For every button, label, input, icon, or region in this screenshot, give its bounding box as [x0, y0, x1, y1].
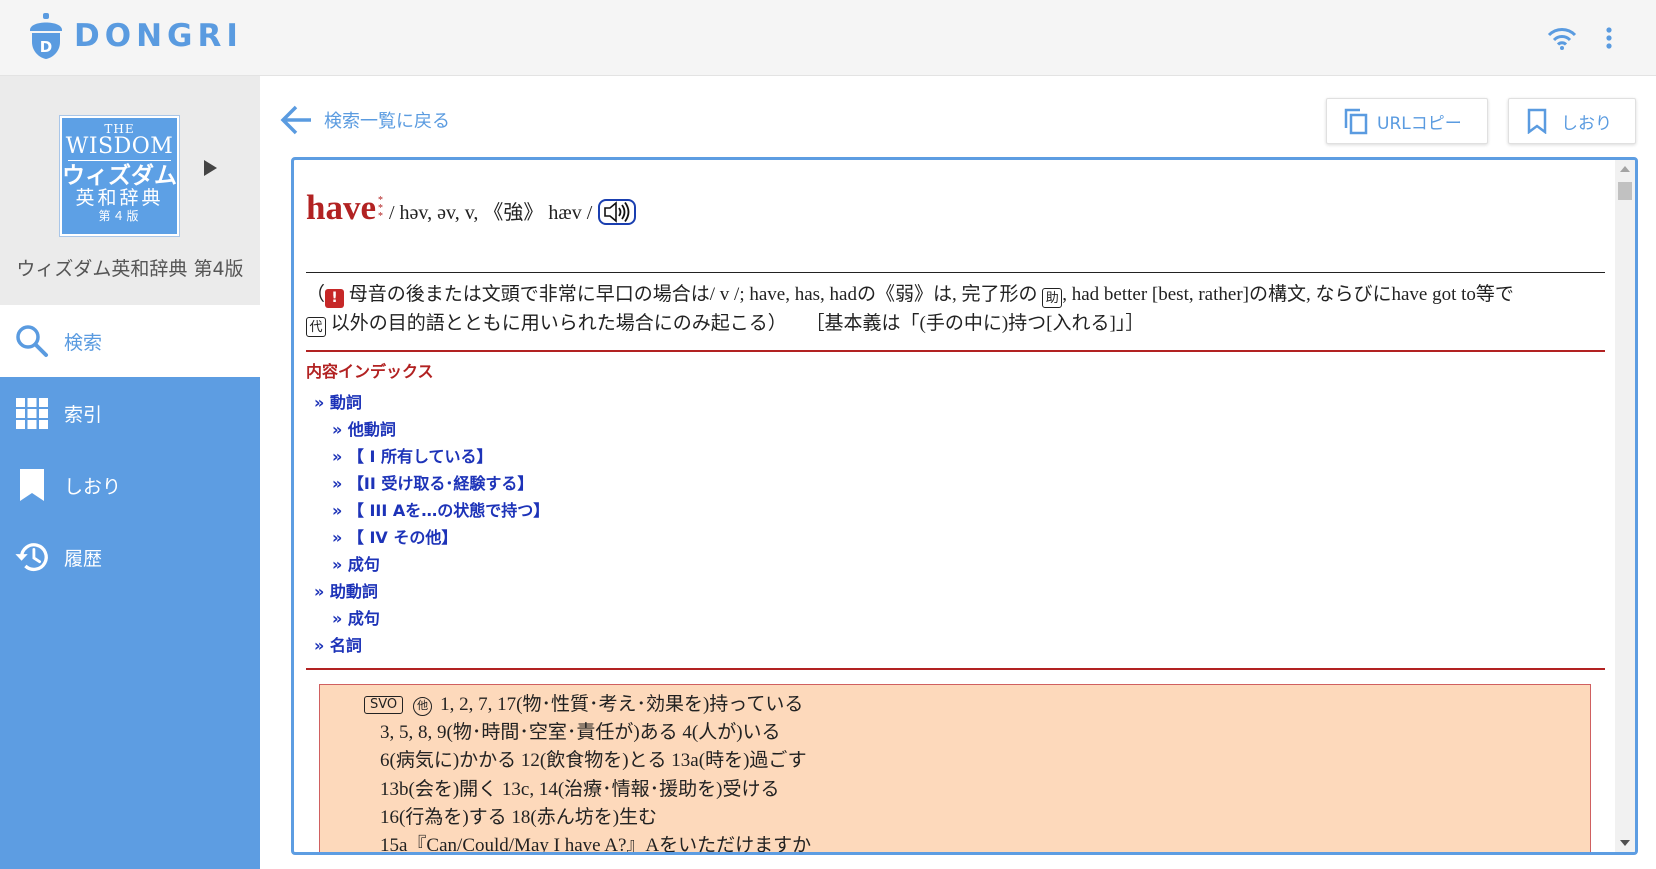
book-cover[interactable]: THE WISDOM ウィズダム 英和辞典 第４版: [60, 116, 179, 236]
content-index-title: 内容インデックス: [306, 362, 434, 381]
headword-line: have * * * / həv, əv, v, 《強》 hæv /: [306, 188, 637, 237]
svo-line: 6(病気に)かかる 12(飲食物を)とる 13a(時を)過ごす: [380, 750, 807, 771]
audio-speaker-button[interactable]: [598, 199, 637, 225]
logo-text: DONGRI: [74, 18, 243, 54]
note-open: （: [306, 284, 326, 305]
svo-text-0: 1, 2, 7, 17(物･性質･考え･効果を)持っている: [440, 694, 804, 715]
nav-search[interactable]: 検索: [0, 305, 260, 377]
cover-ja-subtitle: 英和辞典: [75, 187, 164, 209]
note-text-2: , had better [best, rather]の構文, ならびにhave…: [1062, 284, 1514, 305]
entry-content-frame[interactable]: have * * * / həv, əv, v, 《強》 hæv / （! 母音の後…: [291, 157, 1638, 855]
cover-ja-title: ウィズダム: [62, 162, 177, 189]
nav-index-label: 索引: [64, 403, 103, 426]
note-bang-badge: !: [325, 289, 345, 308]
svg-text:D: D: [40, 38, 52, 56]
search-icon: [14, 323, 50, 359]
bookmark-outline-icon: [1527, 108, 1547, 134]
scroll-thumb[interactable]: [1618, 182, 1632, 200]
index-item-aux-verb[interactable]: » 助動詞: [314, 578, 549, 605]
svo-summary-box: SVO 他 1, 2, 7, 17(物･性質･考え･効果を)持っている 3, 5, …: [319, 684, 1591, 855]
index-item-section-1[interactable]: » 【 I 所有している】: [314, 443, 549, 470]
svo-line: 15a『Can/Could/May I have A?』Aをいただけますか: [380, 835, 812, 855]
more-menu-icon[interactable]: [1593, 22, 1625, 54]
scroll-up-icon[interactable]: [1620, 166, 1630, 172]
nav-index[interactable]: 索引: [0, 377, 260, 449]
svo-line: 13b(会を)開く 13c, 14(治療･情報･援助を)受ける: [380, 779, 780, 800]
nav-history-label: 履歴: [64, 547, 103, 570]
headword: have: [306, 188, 376, 227]
dongri-logo[interactable]: D DONGRI: [28, 12, 243, 60]
app-header: D DONGRI: [0, 0, 1656, 76]
cover-edition: 第４版: [98, 209, 141, 223]
index-item-section-2[interactable]: » 【II 受け取る･経験する】: [314, 470, 549, 497]
nav-search-label: 検索: [64, 331, 103, 354]
book-next-icon[interactable]: [204, 160, 217, 176]
book-title: ウィズダム英和辞典 第4版: [16, 258, 244, 280]
note-text-1: 母音の後または文頭で非常に早口の場合は/ v /; have, has, had…: [348, 284, 1038, 305]
bookmark-icon: [14, 467, 50, 503]
nav-history[interactable]: 履歴: [0, 521, 260, 593]
url-copy-label: URLコピー: [1377, 113, 1462, 134]
url-copy-button[interactable]: URLコピー: [1326, 98, 1488, 144]
pronunciation-note: （! 母音の後または文頭で非常に早口の場合は/ v /; have, has, …: [306, 280, 1605, 338]
scroll-down-icon[interactable]: [1620, 840, 1630, 846]
dictionary-selector: THE WISDOM ウィズダム 英和辞典 第４版 ウィズダム英和辞典 第4版: [0, 76, 260, 305]
pronoun-badge: 代: [306, 317, 326, 337]
grid-icon: [14, 395, 50, 431]
entry-divider: [306, 272, 1605, 273]
sidebar: THE WISDOM ウィズダム 英和辞典 第４版 ウィズダム英和辞典 第4版 …: [0, 76, 260, 869]
bookmark-label: しおり: [1561, 113, 1612, 134]
history-icon: [14, 539, 50, 575]
cover-wisdom: WISDOM: [65, 134, 174, 159]
index-item-idioms[interactable]: » 成句: [314, 551, 549, 578]
nav-bookmark-label: しおり: [64, 475, 122, 498]
index-item-aux-idioms[interactable]: » 成句: [314, 605, 549, 632]
note-text-3: 以外の目的語とともに用いられた場合にのみ起こる）: [330, 313, 787, 334]
index-item-transitive[interactable]: » 他動詞: [314, 416, 549, 443]
speaker-icon: [604, 201, 630, 223]
copy-icon: [1344, 108, 1368, 135]
index-item-section-3[interactable]: » 【 III Aを…の状態で持つ】: [314, 497, 549, 524]
svo-line: SVO 他 1, 2, 7, 17(物･性質･考え･効果を)持っている: [364, 689, 803, 716]
index-item-section-4[interactable]: » 【 IV その他】: [314, 524, 549, 551]
svo-tag: SVO: [364, 696, 404, 714]
basic-meaning: ［基本義は「(手の中に)持つ[入れる]」］: [805, 313, 1145, 334]
pronunciation: / həv, əv, v, 《強》 hæv /: [389, 202, 593, 224]
transitive-circle-badge: 他: [413, 697, 433, 716]
back-label: 検索一覧に戻る: [324, 111, 450, 132]
nav-bookmark[interactable]: しおり: [0, 449, 260, 521]
arrow-left-icon: [280, 105, 311, 135]
index-item-noun[interactable]: » 名詞: [314, 632, 549, 659]
content-index-list: » 動詞 » 他動詞 » 【 I 所有している】 » 【II 受け取る･経験する…: [314, 389, 549, 659]
aux-verb-badge: 助: [1042, 288, 1063, 308]
acorn-logo-icon: D: [30, 13, 62, 59]
frequency-stars-icon: * * *: [378, 195, 383, 222]
content-scrollbar[interactable]: [1615, 160, 1635, 852]
cover-divider: [68, 160, 171, 161]
back-to-results-link[interactable]: 検索一覧に戻る: [278, 100, 450, 140]
bookmark-button[interactable]: しおり: [1508, 98, 1636, 144]
svo-line: 3, 5, 8, 9(物･時間･空室･責任が)ある 4(人が)いる: [380, 722, 781, 743]
svo-line: 16(行為を)する 18(赤ん坊を)生む: [380, 807, 658, 828]
index-item-verb[interactable]: » 動詞: [314, 389, 549, 416]
wifi-icon[interactable]: [1546, 22, 1578, 54]
index-divider-bottom: [306, 668, 1605, 670]
index-divider-top: [306, 350, 1605, 352]
